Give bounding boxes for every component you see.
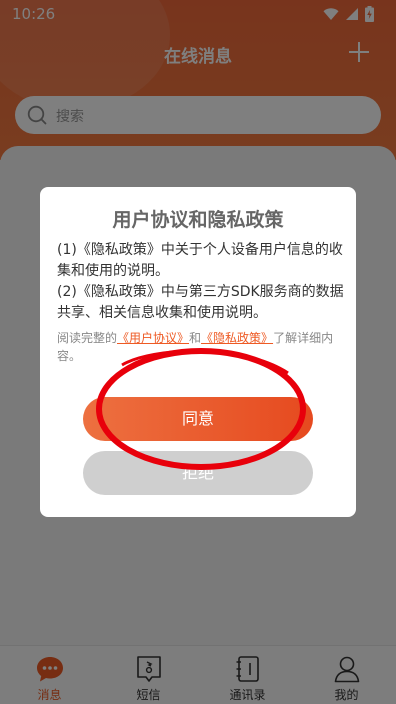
dialog-title: 用户协议和隐私政策 <box>112 209 284 231</box>
agree-button[interactable]: 同意 <box>83 397 313 441</box>
dialog-paragraph-2: (2)《隐私政策》中与第三方SDK服务商的数据共享、相关信息收集和使用说明。 <box>57 284 344 321</box>
reject-button[interactable]: 拒绝 <box>83 451 313 495</box>
privacy-policy-link[interactable]: 《隐私政策》 <box>201 331 273 345</box>
dialog-paragraph-1: (1)《隐私政策》中关于个人设备用户信息的收集和使用的说明。 <box>57 242 343 279</box>
note-and: 和 <box>189 331 202 345</box>
user-agreement-link[interactable]: 《用户协议》 <box>117 331 189 345</box>
note-prefix: 阅读完整的 <box>57 331 118 345</box>
privacy-dialog: 用户协议和隐私政策 (1)《隐私政策》中关于个人设备用户信息的收集和使用的说明。… <box>40 187 356 517</box>
dialog-note: 阅读完整的《用户协议》和《隐私政策》了解详细内容。 <box>57 329 347 365</box>
